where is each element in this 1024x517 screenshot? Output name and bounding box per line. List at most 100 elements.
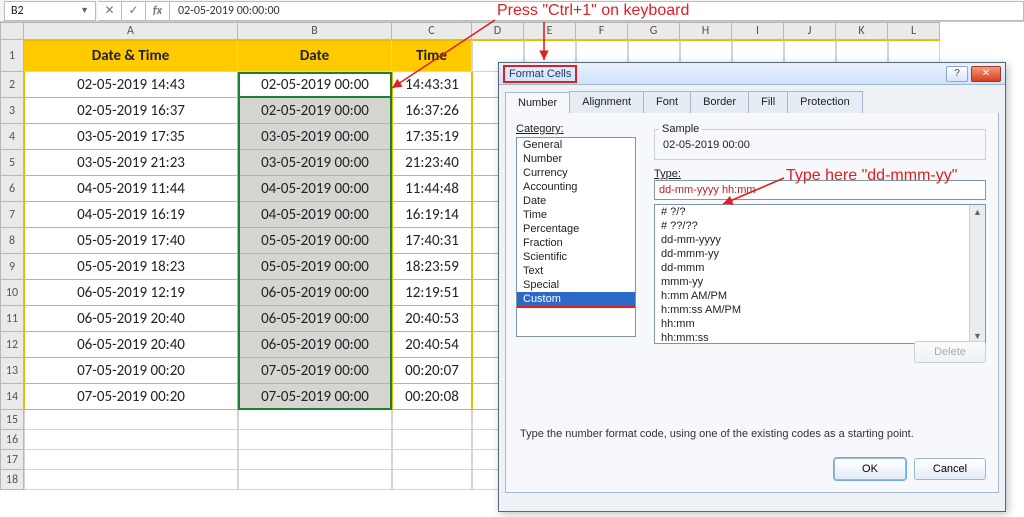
col-header-A[interactable]: A: [24, 22, 238, 40]
cat-date[interactable]: Date: [517, 194, 635, 208]
col-header-H[interactable]: H: [680, 22, 732, 40]
cell-empty[interactable]: [392, 470, 472, 490]
cell-empty[interactable]: [238, 430, 392, 450]
cell-B3[interactable]: 02-05-2019 00:00: [238, 98, 392, 124]
fmt-item[interactable]: h:mm:ss AM/PM: [655, 303, 985, 317]
cell-A10[interactable]: 06-05-2019 12:19: [24, 280, 238, 306]
row-header-5[interactable]: 5: [0, 150, 24, 176]
cell-C2[interactable]: 14:43:31: [392, 72, 472, 98]
cell-empty[interactable]: [24, 410, 238, 430]
cell-empty[interactable]: [392, 430, 472, 450]
row-header-6[interactable]: 6: [0, 176, 24, 202]
cat-accounting[interactable]: Accounting: [517, 180, 635, 194]
cancel-button[interactable]: Cancel: [914, 458, 986, 480]
cell-empty[interactable]: [24, 450, 238, 470]
cell-C9[interactable]: 18:23:59: [392, 254, 472, 280]
cat-currency[interactable]: Currency: [517, 166, 635, 180]
cat-scientific[interactable]: Scientific: [517, 250, 635, 264]
cell-B10[interactable]: 06-05-2019 00:00: [238, 280, 392, 306]
row-header-13[interactable]: 13: [0, 358, 24, 384]
cell-A4[interactable]: 03-05-2019 17:35: [24, 124, 238, 150]
col-header-K[interactable]: K: [836, 22, 888, 40]
fmt-item[interactable]: # ??/??: [655, 219, 985, 233]
row-header-9[interactable]: 9: [0, 254, 24, 280]
cell-C12[interactable]: 20:40:54: [392, 332, 472, 358]
tab-border[interactable]: Border: [690, 91, 749, 113]
tab-alignment[interactable]: Alignment: [569, 91, 644, 113]
cell-C11[interactable]: 20:40:53: [392, 306, 472, 332]
cell-C6[interactable]: 11:44:48: [392, 176, 472, 202]
cell-A14[interactable]: 07-05-2019 00:20: [24, 384, 238, 410]
fmt-item[interactable]: dd-mmm: [655, 261, 985, 275]
row-header-4[interactable]: 4: [0, 124, 24, 150]
tab-fill[interactable]: Fill: [748, 91, 788, 113]
row-header-8[interactable]: 8: [0, 228, 24, 254]
cat-fraction[interactable]: Fraction: [517, 236, 635, 250]
cancel-icon[interactable]: ✕: [98, 1, 122, 21]
row-header-18[interactable]: 18: [0, 470, 24, 490]
help-icon[interactable]: ?: [946, 66, 968, 82]
tab-protection[interactable]: Protection: [787, 91, 863, 113]
row-header-15[interactable]: 15: [0, 410, 24, 430]
cell-B12[interactable]: 06-05-2019 00:00: [238, 332, 392, 358]
chevron-up-icon[interactable]: ▲: [973, 205, 982, 219]
cell-B13[interactable]: 07-05-2019 00:00: [238, 358, 392, 384]
row-header-14[interactable]: 14: [0, 384, 24, 410]
col-header-G[interactable]: G: [628, 22, 680, 40]
scrollbar[interactable]: ▲ ▼: [969, 205, 985, 343]
name-box[interactable]: B2 ▼: [4, 1, 96, 21]
cell-C8[interactable]: 17:40:31: [392, 228, 472, 254]
row-header-17[interactable]: 17: [0, 450, 24, 470]
cell-A8[interactable]: 05-05-2019 17:40: [24, 228, 238, 254]
row-header-1[interactable]: 1: [0, 40, 24, 72]
cell-A6[interactable]: 04-05-2019 11:44: [24, 176, 238, 202]
cell-A12[interactable]: 06-05-2019 20:40: [24, 332, 238, 358]
cell-empty[interactable]: [238, 450, 392, 470]
fmt-item[interactable]: # ?/?: [655, 205, 985, 219]
cell-empty[interactable]: [24, 470, 238, 490]
cell-B14[interactable]: 07-05-2019 00:00: [238, 384, 392, 410]
col-header-J[interactable]: J: [784, 22, 836, 40]
cell-B1[interactable]: Date: [238, 40, 392, 72]
cell-C10[interactable]: 12:19:51: [392, 280, 472, 306]
col-header-C[interactable]: C: [392, 22, 472, 40]
col-header-F[interactable]: F: [576, 22, 628, 40]
fmt-item[interactable]: hh:mm: [655, 317, 985, 331]
cell-A13[interactable]: 07-05-2019 00:20: [24, 358, 238, 384]
col-header-I[interactable]: I: [732, 22, 784, 40]
close-icon[interactable]: ✕: [971, 66, 1001, 82]
cell-C1[interactable]: Time: [392, 40, 472, 72]
dialog-titlebar[interactable]: Format Cells ? ✕: [499, 63, 1005, 85]
cat-text[interactable]: Text: [517, 264, 635, 278]
confirm-icon[interactable]: ✓: [122, 1, 146, 21]
col-header-B[interactable]: B: [238, 22, 392, 40]
fmt-item[interactable]: h:mm AM/PM: [655, 289, 985, 303]
cell-A11[interactable]: 06-05-2019 20:40: [24, 306, 238, 332]
cell-C13[interactable]: 00:20:07: [392, 358, 472, 384]
cell-B9[interactable]: 05-05-2019 00:00: [238, 254, 392, 280]
cell-A9[interactable]: 05-05-2019 18:23: [24, 254, 238, 280]
cell-B5[interactable]: 03-05-2019 00:00: [238, 150, 392, 176]
col-header-D[interactable]: D: [472, 22, 524, 40]
category-list[interactable]: General Number Currency Accounting Date …: [516, 137, 636, 337]
row-header-12[interactable]: 12: [0, 332, 24, 358]
cell-A5[interactable]: 03-05-2019 21:23: [24, 150, 238, 176]
cell-A2[interactable]: 02-05-2019 14:43: [24, 72, 238, 98]
cell-B11[interactable]: 06-05-2019 00:00: [238, 306, 392, 332]
format-list[interactable]: # ?/? # ??/?? dd-mm-yyyy dd-mmm-yy dd-mm…: [654, 204, 986, 344]
cell-empty[interactable]: [24, 430, 238, 450]
row-header-2[interactable]: 2: [0, 72, 24, 98]
cat-custom[interactable]: Custom: [517, 292, 635, 308]
cell-A1[interactable]: Date & Time: [24, 40, 238, 72]
cell-C3[interactable]: 16:37:26: [392, 98, 472, 124]
fmt-item[interactable]: dd-mmm-yy: [655, 247, 985, 261]
cell-B8[interactable]: 05-05-2019 00:00: [238, 228, 392, 254]
cell-C5[interactable]: 21:23:40: [392, 150, 472, 176]
cell-A7[interactable]: 04-05-2019 16:19: [24, 202, 238, 228]
row-header-7[interactable]: 7: [0, 202, 24, 228]
cell-B2[interactable]: 02-05-2019 00:00: [238, 72, 392, 98]
ok-button[interactable]: OK: [834, 458, 906, 480]
fmt-item[interactable]: dd-mm-yyyy: [655, 233, 985, 247]
cell-B7[interactable]: 04-05-2019 00:00: [238, 202, 392, 228]
fmt-item[interactable]: mmm-yy: [655, 275, 985, 289]
